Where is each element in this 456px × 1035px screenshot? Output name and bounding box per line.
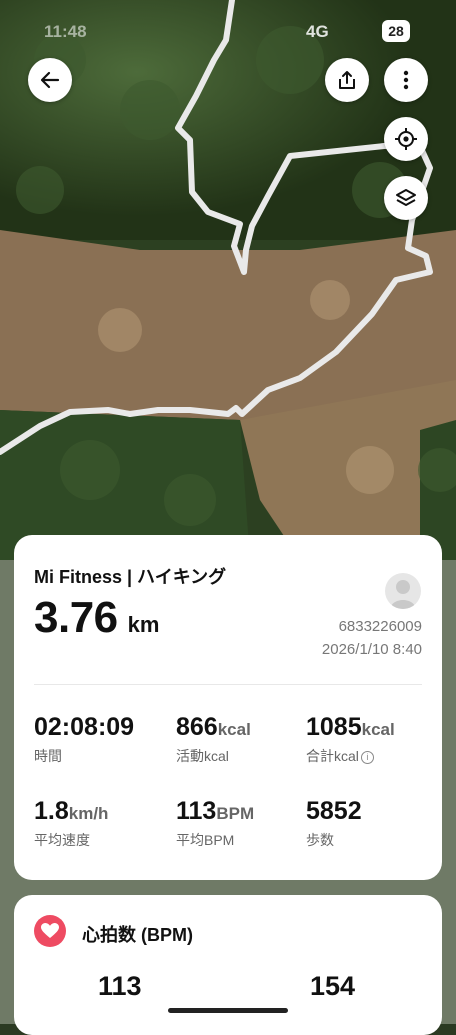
locate-icon <box>395 128 417 150</box>
stat-value: 1.8 <box>34 797 69 825</box>
locate-button[interactable] <box>384 117 428 161</box>
heart-rate-max: 154 <box>310 971 356 1001</box>
battery-indicator: 28 <box>382 20 410 42</box>
stat-value: 866 <box>176 713 218 741</box>
stat-value: 1085 <box>306 713 362 741</box>
arrow-left-icon <box>40 71 60 89</box>
distance-value: 3.76 <box>34 593 118 642</box>
info-icon[interactable]: i <box>360 750 374 764</box>
stat-avg-speed: 1.8km/h 平均速度 <box>34 797 108 850</box>
stat-total-kcal: 1085kcal 合計kcal i <box>306 713 395 766</box>
more-vertical-icon <box>403 70 409 90</box>
heart-rate-title: 心拍数 (BPM) <box>82 925 193 945</box>
home-indicator[interactable] <box>168 1008 288 1013</box>
divider <box>34 684 422 685</box>
stat-label: 平均速度 <box>34 832 90 848</box>
stat-active-kcal: 866kcal 活動kcal <box>176 713 251 766</box>
stat-label: 活動kcal <box>176 748 229 764</box>
stat-steps: 5852 歩数 <box>306 797 362 850</box>
share-icon <box>339 71 355 89</box>
workout-summary-card: Mi Fitness | ハイキング 3.76 km 6833226009 202… <box>14 535 442 880</box>
stat-unit: kcal <box>217 720 251 739</box>
heart-icon <box>34 915 66 947</box>
stat-value: 113 <box>176 797 217 825</box>
layers-button[interactable] <box>384 176 428 220</box>
workout-datetime: 2026/1/10 8:40 <box>321 641 422 658</box>
heart-rate-avg: 113 <box>98 971 142 1001</box>
distance-display: 3.76 km <box>34 593 159 643</box>
stat-unit: km/h <box>68 804 109 823</box>
stat-label: 平均BPM <box>176 832 235 848</box>
status-time: 11:48 <box>44 22 87 41</box>
status-bar: 11:48 4G 28 <box>0 18 456 46</box>
user-id: 6833226009 <box>338 618 422 635</box>
back-button[interactable] <box>28 58 72 102</box>
heart-rate-card[interactable]: 心拍数 (BPM) 113 154 <box>14 895 442 1035</box>
more-button[interactable] <box>384 58 428 102</box>
stat-unit: BPM <box>216 804 255 823</box>
avatar[interactable] <box>385 573 421 609</box>
network-indicator: 4G <box>306 22 329 41</box>
stat-label: 合計kcal <box>306 748 359 764</box>
workout-title: Mi Fitness | ハイキング <box>34 567 227 587</box>
distance-unit: km <box>127 612 160 637</box>
stat-avg-bpm: 113BPM 平均BPM <box>176 797 254 850</box>
stat-label: 歩数 <box>306 832 334 848</box>
stat-label-row: 合計kcal i <box>306 746 395 766</box>
stat-value: 02:08:09 <box>34 713 135 741</box>
share-button[interactable] <box>325 58 369 102</box>
user-icon <box>390 580 416 609</box>
stat-unit: kcal <box>361 720 395 739</box>
stat-label: 時間 <box>34 748 62 764</box>
stat-value: 5852 <box>306 797 362 825</box>
layers-icon <box>396 189 416 206</box>
stat-duration: 02:08:09 時間 <box>34 713 134 766</box>
